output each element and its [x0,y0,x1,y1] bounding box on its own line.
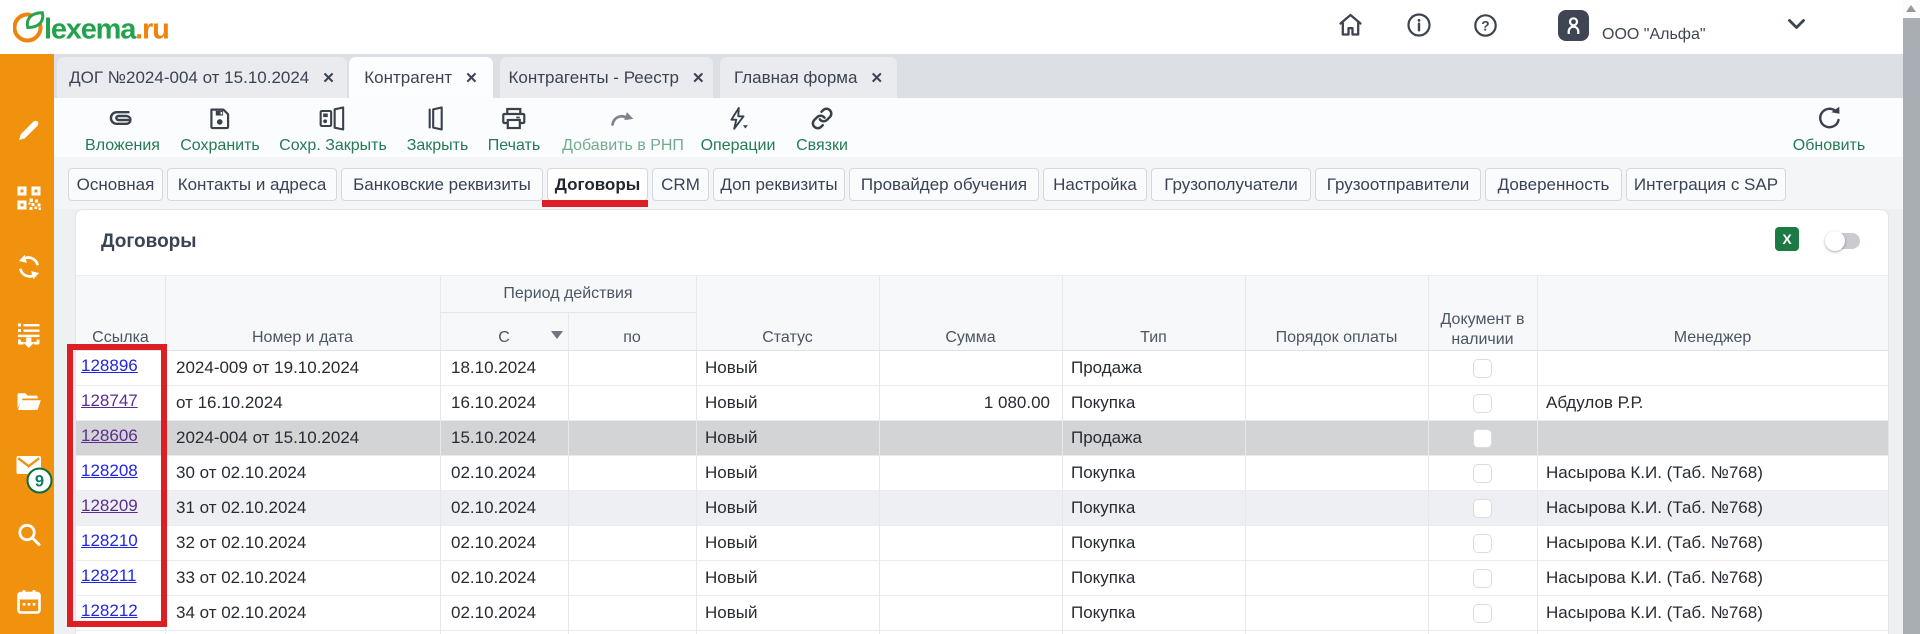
svg-text:lexema.ru: lexema.ru [44,14,169,46]
svg-text:9: 9 [35,473,44,491]
svg-text:?: ? [1481,19,1489,34]
